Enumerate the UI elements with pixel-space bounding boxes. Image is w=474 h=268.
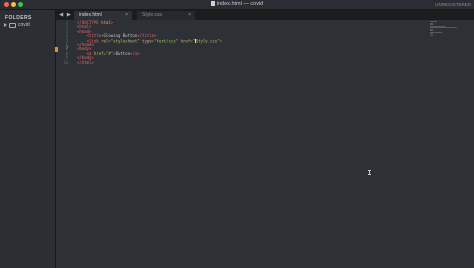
tab-close-icon[interactable]: × bbox=[188, 11, 191, 20]
tab-navigation: ◀ ▶ bbox=[59, 12, 72, 18]
tab-bar: ◀ ▶ index.html × Style.css × bbox=[56, 10, 474, 20]
text-cursor-icon bbox=[368, 170, 371, 175]
minimap-line bbox=[430, 34, 434, 36]
tab-index-html[interactable]: index.html × bbox=[74, 11, 132, 20]
code-token: Button bbox=[115, 50, 131, 56]
tab-close-icon[interactable]: × bbox=[125, 11, 128, 20]
code-line[interactable]: <link rel="stylesheet" type="text/css" h… bbox=[77, 38, 223, 44]
code-token: "stylesheet" bbox=[110, 38, 140, 44]
sidebar-item-label: covid bbox=[18, 22, 30, 28]
window-title: index.html — covid bbox=[0, 1, 474, 8]
code-editor[interactable]: 1 2 3 4 5 6 7 8 9 10 <!DOCTYPE html> <html> <head> … bbox=[55, 20, 474, 268]
forward-arrow-icon[interactable]: ▶ bbox=[67, 12, 72, 18]
unregistered-label: UNREGISTERED bbox=[435, 2, 471, 7]
code-line[interactable]: </html> bbox=[77, 59, 222, 65]
tab-label: Style.css bbox=[142, 12, 163, 18]
title-bar: index.html — covid UNREGISTERED bbox=[0, 0, 474, 10]
window-title-text: index.html — covid bbox=[216, 1, 264, 7]
minimap-line bbox=[430, 27, 457, 28]
folders-header: FOLDERS bbox=[5, 15, 32, 21]
line-number-gutter: 1 2 3 4 5 6 7 8 9 10 bbox=[55, 20, 74, 268]
folder-icon bbox=[9, 22, 16, 28]
code-token: </html> bbox=[77, 59, 94, 65]
code-token: Style.css" bbox=[195, 38, 220, 44]
disclosure-arrow-icon[interactable] bbox=[4, 23, 7, 27]
code-token: > bbox=[219, 38, 223, 44]
code-token: </a> bbox=[130, 50, 140, 56]
file-icon bbox=[210, 1, 215, 6]
code-token: href= bbox=[178, 38, 193, 44]
sidebar-item-covid[interactable]: covid bbox=[4, 22, 30, 28]
code-token: href= bbox=[93, 50, 106, 56]
code-token: type= bbox=[139, 38, 155, 44]
code-token: rel= bbox=[101, 38, 111, 44]
tab-label: index.html bbox=[79, 12, 102, 18]
code-token: html bbox=[101, 20, 111, 25]
minimap[interactable] bbox=[430, 21, 460, 36]
code-area[interactable]: <!DOCTYPE html> <html> <head> <title>Glowi… bbox=[77, 20, 223, 65]
tab-style-css[interactable]: Style.css × bbox=[137, 11, 195, 20]
code-token: > bbox=[110, 20, 114, 25]
code-token: "text/css" bbox=[154, 38, 179, 44]
line-number: 10 bbox=[63, 59, 68, 65]
sidebar: FOLDERS covid bbox=[0, 10, 56, 268]
back-arrow-icon[interactable]: ◀ bbox=[59, 12, 64, 18]
